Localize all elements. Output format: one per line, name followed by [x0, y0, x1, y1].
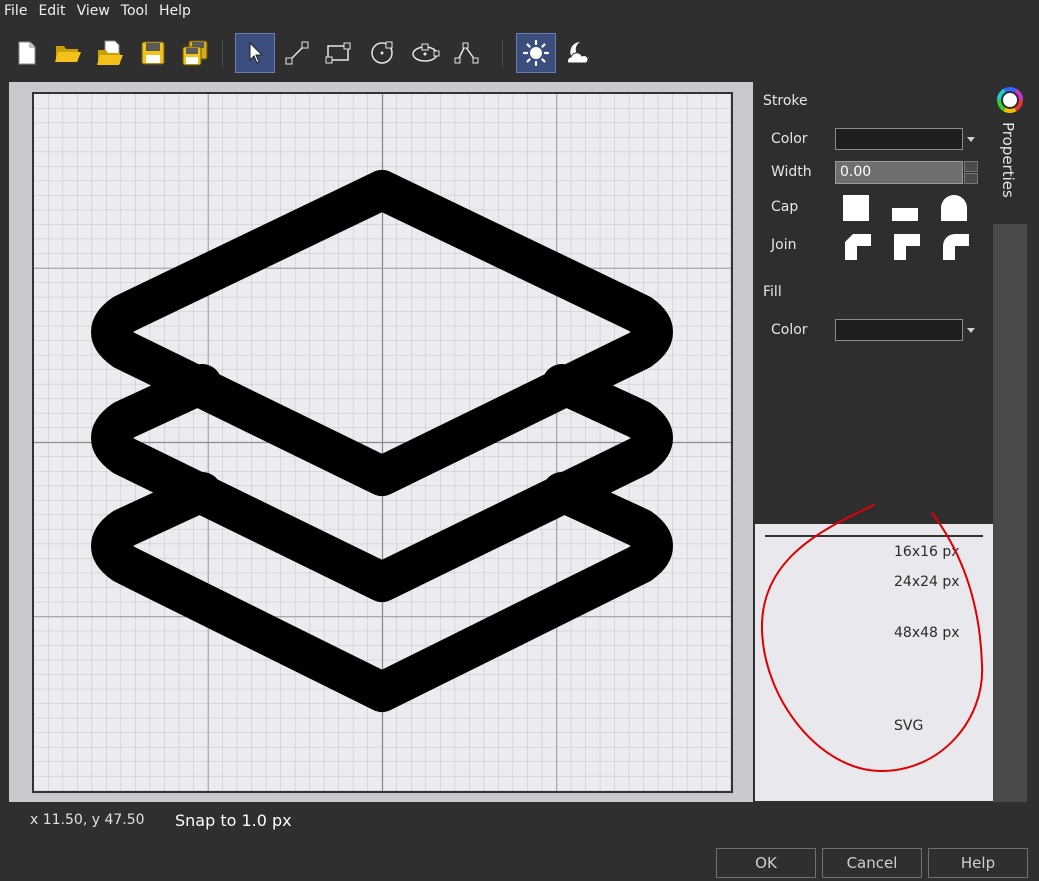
circle-tool-icon: [371, 41, 393, 64]
join-bevel-icon[interactable]: [843, 232, 873, 262]
side-panel-strip: [993, 224, 1027, 802]
cap-square-icon[interactable]: [841, 193, 871, 223]
circle-tool-button[interactable]: [362, 33, 402, 73]
join-label: Join: [771, 237, 797, 253]
properties-tab[interactable]: Properties: [995, 82, 1027, 224]
menu-help[interactable]: Help: [154, 0, 197, 22]
rectangle-tool-button[interactable]: [318, 33, 358, 73]
save-icon: [141, 41, 165, 65]
cap-label: Cap: [771, 199, 799, 215]
light-theme-button[interactable]: [516, 33, 556, 73]
stroke-color-picker[interactable]: [835, 128, 963, 150]
new-file-icon: [18, 41, 36, 65]
fill-color-picker[interactable]: [835, 319, 963, 341]
menu-bar: File Edit View Tool Help: [0, 0, 1039, 22]
light-theme-icon: [522, 39, 550, 67]
snap-status: Snap to 1.0 px: [175, 811, 292, 830]
save-button[interactable]: [133, 33, 173, 73]
stroke-header: Stroke: [763, 93, 808, 109]
import-icon: [97, 40, 123, 65]
line-tool-button[interactable]: [277, 33, 317, 73]
menu-file[interactable]: File: [0, 0, 33, 22]
canvas-frame: [9, 82, 753, 802]
width-spin-up[interactable]: [964, 161, 978, 172]
save-as-button[interactable]: [175, 33, 215, 73]
preview-16-label: 16x16 px: [894, 544, 960, 560]
join-miter-icon[interactable]: [892, 232, 922, 262]
cancel-button[interactable]: Cancel: [822, 848, 922, 878]
properties-tab-label: Properties: [999, 122, 1017, 198]
width-spin-down[interactable]: [964, 173, 978, 184]
fill-color-label: Color: [771, 322, 808, 338]
drawing-canvas[interactable]: [32, 92, 733, 793]
layers-stack-drawing: [91, 170, 673, 712]
rectangle-tool-icon: [325, 42, 351, 64]
line-tool-icon: [285, 41, 309, 65]
preview-svg-label: SVG: [894, 718, 924, 734]
stroke-color-dropdown-icon[interactable]: [967, 137, 975, 142]
join-round-icon[interactable]: [941, 232, 971, 262]
menu-view[interactable]: View: [72, 0, 116, 22]
dark-theme-icon: [566, 42, 589, 64]
path-tool-icon: [454, 42, 479, 64]
stroke-color-label: Color: [771, 131, 808, 147]
ellipse-tool-button[interactable]: [405, 33, 445, 73]
cursor-coordinates: x 11.50, y 47.50: [30, 812, 145, 828]
menu-edit[interactable]: Edit: [33, 0, 71, 22]
fill-color-dropdown-icon[interactable]: [967, 328, 975, 333]
menu-tool[interactable]: Tool: [116, 0, 154, 22]
cap-round-icon[interactable]: [939, 193, 969, 223]
preview-divider: [765, 535, 983, 537]
preview-48-label: 48x48 px: [894, 625, 960, 641]
open-folder-icon: [55, 46, 81, 62]
path-tool-button[interactable]: [447, 33, 487, 73]
stroke-width-label: Width: [771, 164, 812, 180]
open-button[interactable]: [48, 33, 88, 73]
stroke-width-field[interactable]: 0.00: [835, 161, 963, 184]
save-as-icon: [182, 40, 208, 66]
select-arrow-icon: [249, 41, 264, 64]
help-button[interactable]: Help: [928, 848, 1028, 878]
preview-24-label: 24x24 px: [894, 574, 960, 590]
preview-panel: 16x16 px 24x24 px 48x48 px SVG: [755, 524, 993, 801]
select-tool-button[interactable]: [235, 33, 275, 73]
cap-butt-icon[interactable]: [890, 193, 920, 223]
ok-button[interactable]: OK: [716, 848, 816, 878]
toolbar-separator: [502, 40, 503, 66]
new-file-button[interactable]: [7, 33, 47, 73]
ellipse-tool-icon: [412, 43, 440, 62]
dark-theme-button[interactable]: [558, 33, 598, 73]
color-wheel-icon: [997, 87, 1023, 113]
properties-panel: Stroke Color Width 0.00 Cap Join Fill Co…: [755, 82, 993, 524]
import-button[interactable]: [90, 33, 130, 73]
toolbar-separator: [222, 40, 223, 66]
fill-header: Fill: [763, 284, 782, 300]
toolbar: [0, 30, 1039, 76]
